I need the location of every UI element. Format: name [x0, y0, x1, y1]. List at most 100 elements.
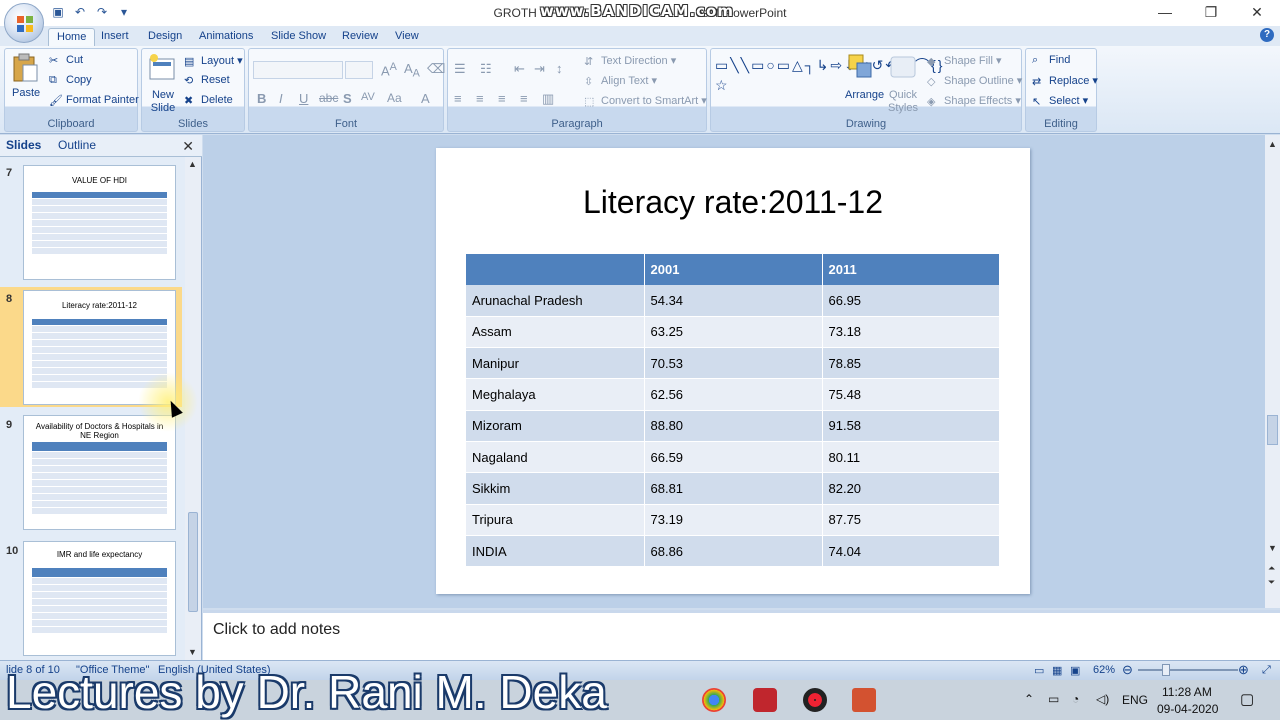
office-button[interactable]	[4, 3, 44, 43]
scroll-down-icon[interactable]: ▼	[188, 647, 197, 657]
replace-button[interactable]: ⇄ Replace ▾	[1032, 74, 1098, 88]
language-indicator[interactable]: ENG	[1122, 693, 1148, 720]
text-direction-button[interactable]: ⇵ Text Direction ▾	[584, 54, 676, 69]
tab-animations[interactable]: Animations	[191, 28, 261, 46]
show-hidden-icons-icon[interactable]: ⌃	[1024, 692, 1034, 720]
tab-insert[interactable]: Insert	[93, 28, 137, 46]
close-panel-icon[interactable]: ✕	[182, 138, 194, 155]
table-row: Nagaland 66.59 80.11	[466, 441, 1000, 474]
shape-fill-button[interactable]: ◆ Shape Fill ▾	[927, 54, 1002, 68]
panel-scroll-thumb[interactable]	[188, 512, 198, 612]
literacy-table[interactable]: 2001 2011 Arunachal Pradesh 54.34 66.95 As…	[466, 254, 1000, 568]
next-slide-icon[interactable]: ⏷	[1268, 577, 1275, 588]
tab-home[interactable]: Home	[48, 28, 96, 46]
convert-smartart-button[interactable]: ⬚ Convert to SmartArt ▾	[584, 94, 707, 108]
copy-icon: ⧉	[49, 74, 57, 87]
battery-icon[interactable]: ▭	[1048, 692, 1059, 720]
sorter-view-icon[interactable]: ▦	[1052, 664, 1062, 677]
previous-slide-icon[interactable]: ⏶	[1268, 563, 1275, 574]
network-icon[interactable]: ◔	[1072, 692, 1079, 720]
paste-button[interactable]: Paste	[12, 87, 40, 99]
format-painter-button[interactable]: 🖌 Format Painter	[49, 94, 139, 107]
bullets-icon[interactable]: ☰	[454, 61, 466, 77]
line-spacing-icon[interactable]: ↕	[556, 61, 563, 76]
restore-icon[interactable]: ❐	[1188, 0, 1234, 26]
find-button[interactable]: ⌕ Find	[1032, 54, 1070, 66]
zoom-slider[interactable]	[1138, 669, 1238, 671]
font-color-icon[interactable]: A	[421, 91, 430, 106]
increase-indent-icon[interactable]: ⇥	[534, 61, 545, 77]
tab-view[interactable]: View	[387, 28, 427, 46]
shape-effects-button[interactable]: ◈ Shape Effects ▾	[927, 94, 1021, 108]
slide-number: 9	[6, 419, 13, 431]
copy-button[interactable]: ⧉ Copy	[49, 74, 92, 86]
scroll-up-icon[interactable]: ▲	[188, 159, 197, 169]
help-icon[interactable]: ?	[1260, 28, 1274, 42]
align-right-icon[interactable]: ≡	[498, 91, 506, 106]
slideshow-view-icon[interactable]: ▣	[1070, 664, 1080, 677]
italic-icon[interactable]: I	[279, 91, 283, 106]
quick-styles-button[interactable]: Quick Styles	[887, 89, 919, 115]
text-direction-icon: ⇵	[584, 56, 594, 69]
scroll-up-icon[interactable]: ▲	[1268, 139, 1277, 149]
strikethrough-icon[interactable]: abc	[319, 91, 338, 105]
clear-format-icon[interactable]: ⌫	[427, 61, 445, 77]
slide-thumbnail-9[interactable]: Availability of Doctors & Hospitals in N…	[23, 415, 176, 530]
editor-scrollbar[interactable]: ▲ ▼ ⏶ ⏷	[1265, 135, 1280, 608]
notes-pane[interactable]: Click to add notes	[203, 610, 1280, 660]
record-icon[interactable]	[803, 688, 827, 712]
grow-font-icon[interactable]: AA	[381, 61, 397, 78]
delete-button[interactable]: ✖ Delete	[184, 94, 233, 107]
current-slide[interactable]: Literacy rate:2011-12 2001 2011 Arunacha…	[436, 148, 1030, 594]
change-case-icon[interactable]: Aa	[387, 91, 402, 105]
slide-title[interactable]: Literacy rate:2011-12	[436, 184, 1030, 221]
scroll-down-icon[interactable]: ▼	[1268, 543, 1277, 553]
shadow-icon[interactable]: S	[343, 91, 352, 106]
volume-icon[interactable]: ◁)	[1096, 692, 1109, 720]
numbering-icon[interactable]: ☷	[480, 61, 492, 77]
reset-button[interactable]: ⟲ Reset	[184, 74, 230, 87]
fit-to-window-icon[interactable]: ⤢	[1262, 664, 1271, 677]
shapes-gallery[interactable]: ▭╲╲▭○▭△┐↳⇨⇩↻↺↶⌒⌒{}☆	[715, 55, 942, 95]
columns-icon[interactable]: ▥	[542, 91, 554, 107]
zoom-level[interactable]: 62%	[1093, 664, 1115, 676]
powerpoint-taskbar-icon[interactable]	[852, 688, 876, 712]
tab-outline[interactable]: Outline	[58, 138, 96, 152]
justify-icon[interactable]: ≡	[520, 91, 528, 106]
layout-button[interactable]: ▤ Layout ▾	[184, 54, 243, 68]
cut-button[interactable]: ✂ Cut	[49, 54, 83, 67]
font-family-select[interactable]	[253, 61, 343, 79]
table-row: Assam 63.25 73.18	[466, 316, 1000, 349]
align-center-icon[interactable]: ≡	[476, 91, 484, 106]
notification-icon[interactable]: ▢	[1240, 690, 1254, 720]
shrink-font-icon[interactable]: AA	[404, 61, 420, 80]
align-text-button[interactable]: ⇳ Align Text ▾	[584, 74, 657, 88]
font-size-select[interactable]	[345, 61, 373, 79]
zoom-slider-knob[interactable]	[1162, 664, 1170, 676]
shape-outline-button[interactable]: ◇ Shape Outline ▾	[927, 74, 1022, 88]
tab-review[interactable]: Review	[334, 28, 386, 46]
clock-date[interactable]: 09-04-2020	[1157, 702, 1218, 720]
slide-thumbnail-7[interactable]: VALUE OF HDI	[23, 165, 176, 280]
spacing-icon[interactable]: AV	[361, 91, 375, 103]
editor-scroll-thumb[interactable]	[1267, 415, 1278, 445]
editing-group: ⌕ Find ⇄ Replace ▾ ↖ Select ▾ Editing	[1025, 48, 1098, 132]
tab-slide-show[interactable]: Slide Show	[263, 28, 334, 46]
slide-thumbnail-10[interactable]: IMR and life expectancy	[23, 541, 176, 656]
tab-slides[interactable]: Slides	[6, 138, 41, 152]
chrome-icon[interactable]	[702, 688, 726, 712]
minimize-icon[interactable]: —	[1142, 0, 1188, 26]
bold-icon[interactable]: B	[257, 91, 266, 106]
new-slide-button[interactable]: New Slide	[148, 89, 178, 115]
align-left-icon[interactable]: ≡	[454, 91, 462, 106]
normal-view-icon[interactable]: ▭	[1034, 664, 1044, 677]
tab-design[interactable]: Design	[140, 28, 190, 46]
close-icon[interactable]: ✕	[1234, 0, 1280, 26]
arrange-button[interactable]: Arrange	[845, 89, 884, 101]
select-button[interactable]: ↖ Select ▾	[1032, 94, 1088, 108]
underline-icon[interactable]: U	[299, 91, 308, 106]
security-app-icon[interactable]	[753, 688, 777, 712]
zoom-in-icon[interactable]: ⊕	[1238, 662, 1249, 678]
zoom-out-icon[interactable]: ⊖	[1122, 662, 1133, 678]
decrease-indent-icon[interactable]: ⇤	[514, 61, 525, 77]
